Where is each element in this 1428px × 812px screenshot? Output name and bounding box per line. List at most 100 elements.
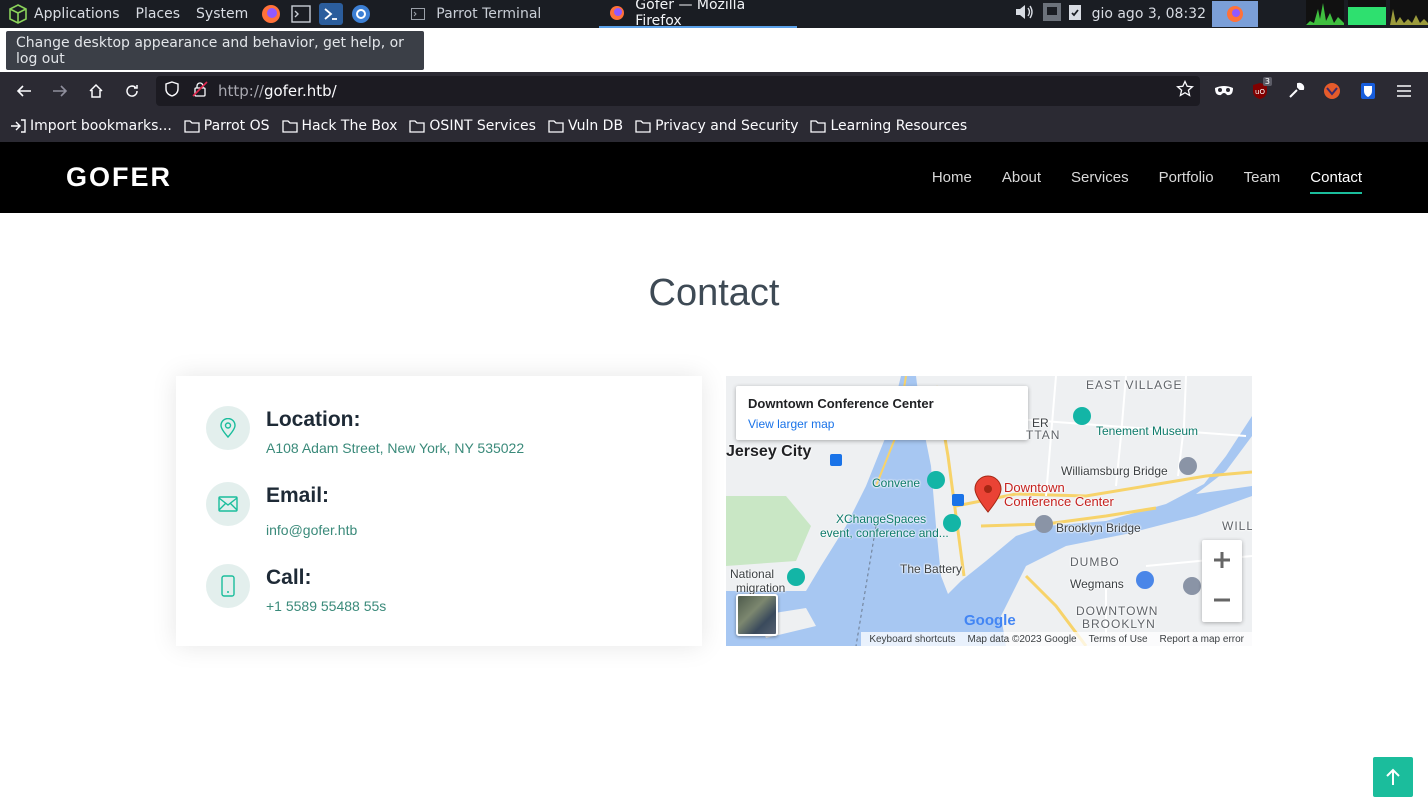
folder-icon bbox=[635, 120, 651, 133]
bookmark-folder-osint[interactable]: OSINT Services bbox=[409, 118, 536, 134]
clock[interactable]: gio ago 3, 08:32 bbox=[1092, 6, 1206, 22]
nav-services[interactable]: Services bbox=[1071, 163, 1129, 192]
terminal-icon bbox=[410, 6, 426, 22]
folder-icon bbox=[548, 120, 564, 133]
bookmark-folder-hack-the-box[interactable]: Hack The Box bbox=[281, 118, 398, 134]
bookmark-label: Learning Resources bbox=[830, 118, 968, 134]
view-larger-map-link[interactable]: View larger map bbox=[748, 417, 834, 431]
email-text[interactable]: info@gofer.htb bbox=[266, 522, 357, 538]
map-zoom-controls bbox=[1202, 540, 1242, 622]
cpu-graph-icon bbox=[1306, 0, 1344, 29]
google-map-embed[interactable]: Downtown Conference Center View larger m… bbox=[726, 376, 1252, 646]
foxyproxy-icon[interactable] bbox=[1314, 75, 1350, 107]
map-data-text: Map data ©2023 Google bbox=[967, 633, 1077, 645]
minus-icon bbox=[1214, 598, 1230, 602]
nav-home[interactable]: Home bbox=[932, 163, 972, 192]
url-protocol: http:// bbox=[218, 82, 264, 100]
system-tray: gio ago 3, 08:32 bbox=[1014, 0, 1428, 28]
bookmark-label: Hack The Box bbox=[301, 118, 398, 134]
map-label: EAST VILLAGE bbox=[1086, 378, 1183, 392]
home-button[interactable] bbox=[78, 75, 114, 107]
location-text: A108 Adam Street, New York, NY 535022 bbox=[266, 440, 525, 456]
firefox-launcher-icon[interactable] bbox=[259, 3, 283, 25]
parrot-cube-icon bbox=[9, 4, 27, 24]
folder-icon bbox=[409, 120, 426, 133]
task-parrot-terminal[interactable]: Parrot Terminal bbox=[400, 0, 551, 28]
url-text[interactable]: http://gofer.htb/ bbox=[218, 82, 337, 100]
zoom-out-button[interactable] bbox=[1202, 580, 1242, 620]
home-icon bbox=[89, 83, 103, 98]
site-logo[interactable]: GOFER bbox=[66, 162, 172, 193]
phone-icon bbox=[206, 564, 250, 608]
nav-portfolio[interactable]: Portfolio bbox=[1159, 163, 1214, 192]
nav-contact[interactable]: Contact bbox=[1310, 163, 1362, 194]
keyboard-shortcuts-link[interactable]: Keyboard shortcuts bbox=[869, 634, 955, 645]
map-label: National bbox=[730, 567, 775, 581]
places-menu[interactable]: Places bbox=[128, 0, 189, 28]
tracking-shield-icon[interactable] bbox=[164, 81, 180, 101]
back-arrow-icon bbox=[16, 85, 31, 97]
system-label: System bbox=[196, 6, 249, 22]
nav-about[interactable]: About bbox=[1002, 163, 1041, 192]
insecure-lock-icon[interactable] bbox=[192, 81, 208, 101]
applications-menu[interactable]: Applications bbox=[0, 0, 128, 28]
map-label: Conference Center bbox=[1004, 494, 1114, 509]
zoom-in-button[interactable] bbox=[1202, 540, 1242, 580]
hamburger-menu-icon[interactable] bbox=[1386, 75, 1422, 107]
folder-icon bbox=[810, 120, 827, 133]
places-label: Places bbox=[135, 6, 181, 22]
location-title: Location: bbox=[266, 408, 361, 431]
plus-icon bbox=[1214, 552, 1230, 568]
terms-link[interactable]: Terms of Use bbox=[1089, 634, 1148, 645]
terminal-launcher-icon[interactable] bbox=[289, 3, 313, 25]
bookmarks-toolbar: Import bookmarks... Parrot OS Hack The B… bbox=[0, 112, 979, 140]
forward-arrow-icon bbox=[53, 85, 68, 97]
bookmark-folder-privacy[interactable]: Privacy and Security bbox=[635, 118, 798, 134]
wrench-icon[interactable] bbox=[1278, 75, 1314, 107]
url-bar[interactable]: http://gofer.htb/ bbox=[156, 76, 1200, 106]
map-label: DOWNTOWN bbox=[1076, 604, 1159, 618]
bookmark-import[interactable]: Import bookmarks... bbox=[10, 118, 172, 134]
ublock-origin-icon[interactable]: uO 3 bbox=[1242, 75, 1278, 107]
bookmark-folder-learning[interactable]: Learning Resources bbox=[810, 118, 967, 134]
report-error-link[interactable]: Report a map error bbox=[1160, 634, 1244, 645]
network-icon[interactable] bbox=[1042, 2, 1062, 26]
back-to-top-button[interactable] bbox=[1373, 757, 1413, 797]
task-firefox[interactable]: Gofer — Mozilla Firefox bbox=[599, 0, 798, 29]
settings-launcher-icon[interactable] bbox=[349, 3, 373, 25]
site-header: GOFER Home About Services Portfolio Team… bbox=[0, 142, 1428, 213]
satellite-toggle[interactable] bbox=[736, 594, 778, 636]
map-label: Jersey City bbox=[726, 443, 812, 460]
bookmark-label: Vuln DB bbox=[567, 118, 624, 134]
private-mask-icon[interactable] bbox=[1206, 75, 1242, 107]
task-label: Gofer — Mozilla Firefox bbox=[635, 0, 746, 29]
map-label: migration bbox=[736, 581, 786, 595]
powershell-launcher-icon[interactable] bbox=[319, 3, 344, 25]
map-label: The Battery bbox=[900, 562, 963, 576]
map-label: DUMBO bbox=[1070, 555, 1120, 569]
bookmark-folder-vuln-db[interactable]: Vuln DB bbox=[548, 118, 623, 134]
clipboard-check-icon[interactable] bbox=[1068, 3, 1082, 25]
map-label: Downtown bbox=[1004, 480, 1065, 495]
forward-button[interactable] bbox=[42, 75, 78, 107]
nav-team[interactable]: Team bbox=[1244, 163, 1281, 192]
back-button[interactable] bbox=[6, 75, 42, 107]
bookmark-star-icon[interactable] bbox=[1176, 79, 1194, 102]
map-pin-icon bbox=[206, 406, 250, 450]
reload-button[interactable] bbox=[114, 75, 150, 107]
volume-icon[interactable] bbox=[1014, 4, 1034, 24]
google-logo: Google bbox=[964, 612, 1016, 629]
map-label: XChangeSpaces bbox=[836, 512, 927, 526]
task-label: Parrot Terminal bbox=[436, 6, 542, 22]
map-label: Convene bbox=[872, 476, 921, 490]
contact-info-card: Location: A108 Adam Street, New York, NY… bbox=[176, 376, 702, 646]
bookmark-folder-parrot-os[interactable]: Parrot OS bbox=[184, 118, 270, 134]
firefox-tray-icon[interactable] bbox=[1212, 1, 1258, 27]
ublock-badge: 3 bbox=[1262, 77, 1272, 86]
envelope-icon bbox=[206, 482, 250, 526]
svg-text:uO: uO bbox=[1255, 88, 1265, 96]
arrow-up-icon bbox=[1386, 768, 1400, 785]
system-menu[interactable]: System bbox=[188, 0, 256, 28]
applications-label: Applications bbox=[34, 6, 120, 22]
bitwarden-icon[interactable] bbox=[1350, 75, 1386, 107]
